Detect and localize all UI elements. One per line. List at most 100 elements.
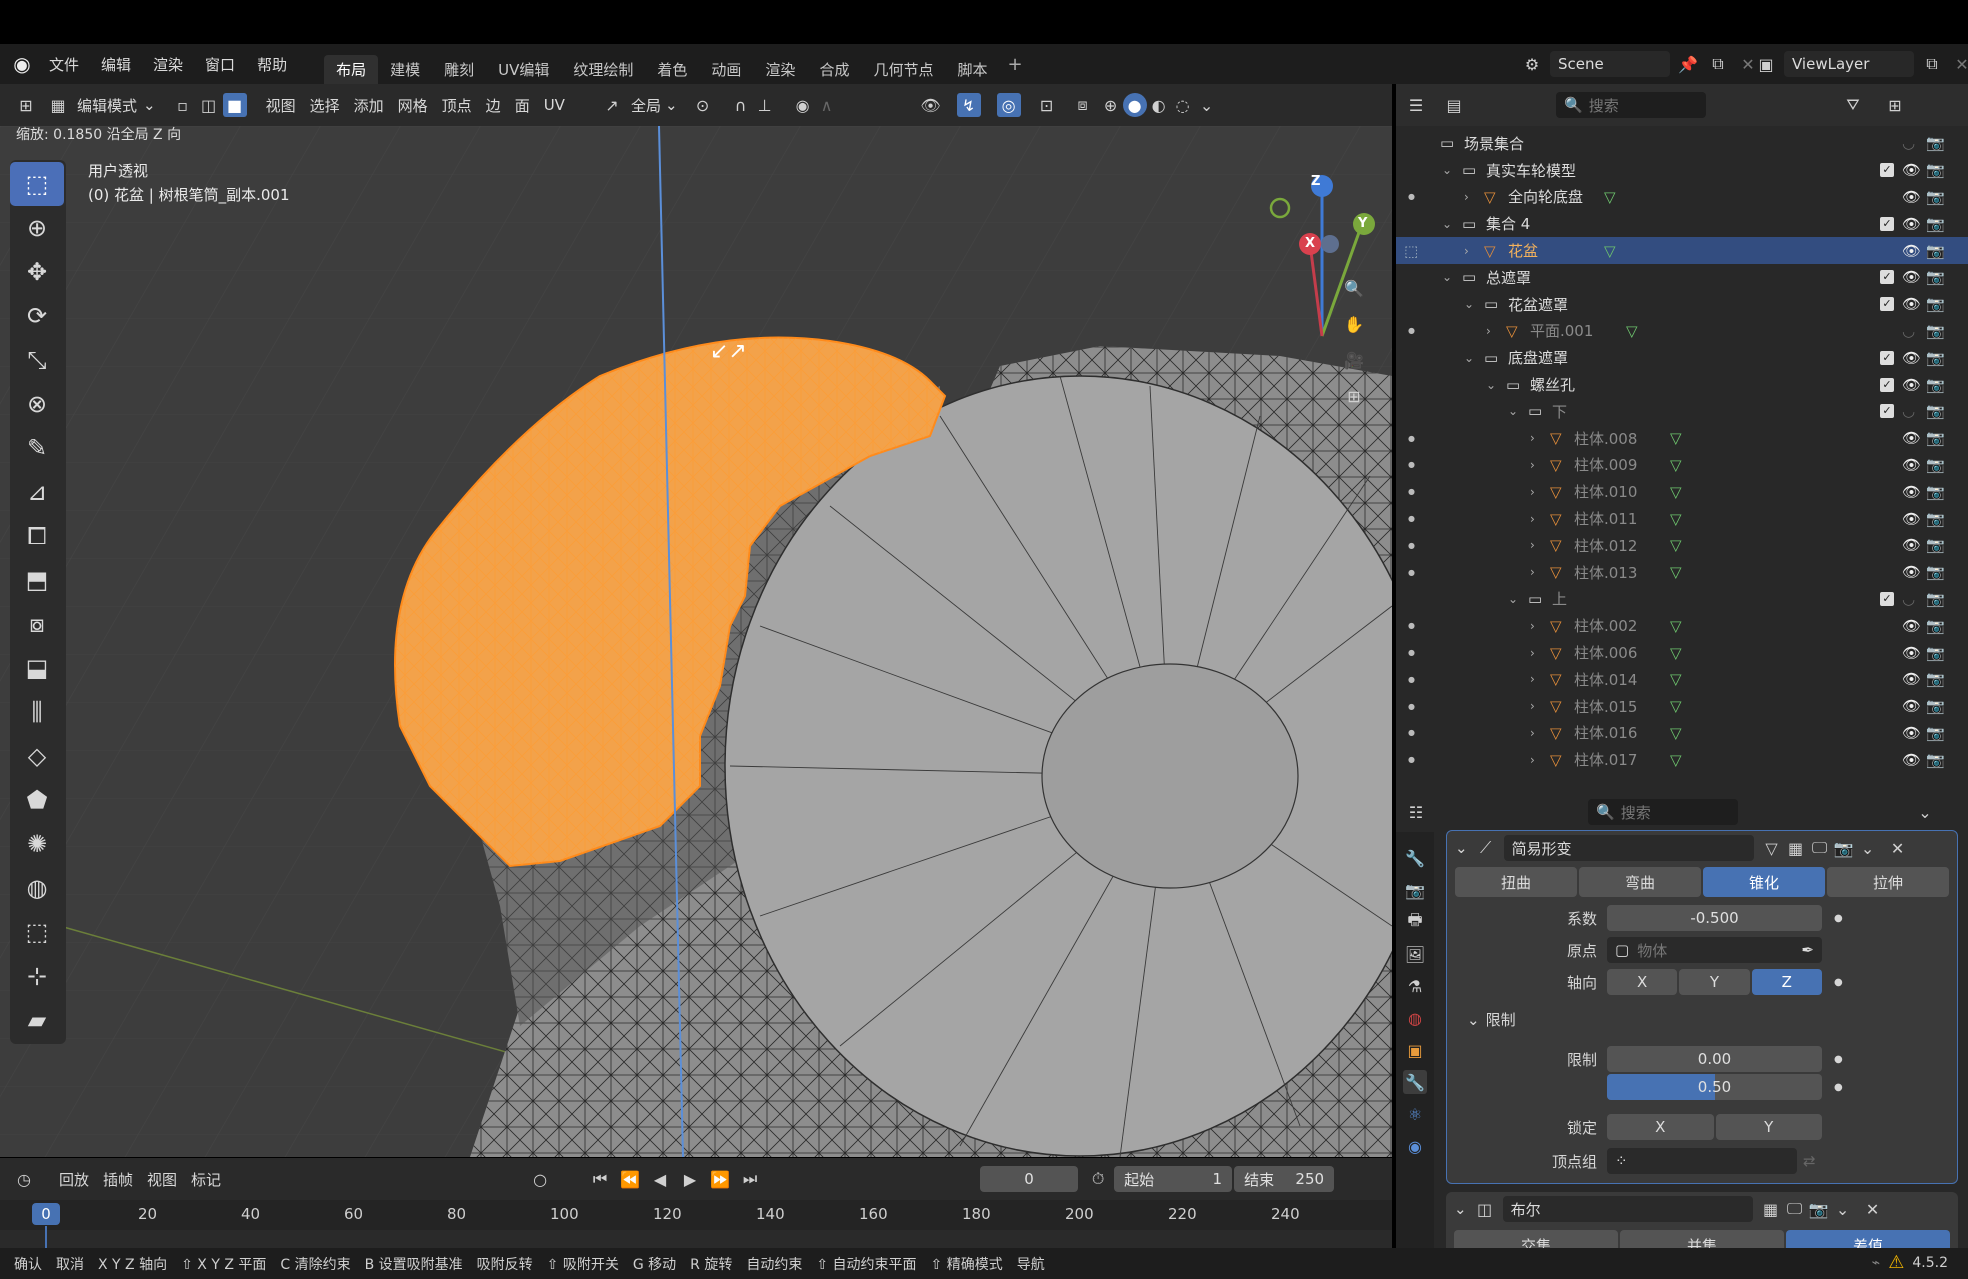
editor-type-icon[interactable]: ⊞: [14, 93, 38, 117]
mesh-data-icon[interactable]: ▽: [1670, 697, 1682, 715]
bevel-tool[interactable]: ⬓: [10, 646, 64, 690]
workspace-tab[interactable]: 着色: [645, 55, 699, 84]
edge-select-icon[interactable]: ◫: [197, 93, 221, 117]
checkbox-icon[interactable]: ✓: [1880, 404, 1894, 419]
timeline-editor-icon[interactable]: ◷: [12, 1167, 36, 1191]
eye-icon[interactable]: ◡: [1902, 590, 1915, 608]
timeline-ruler[interactable]: 0 20 40 60 80 100 120 140 160 180 200 220 240: [0, 1200, 1392, 1266]
keyframe-dot-icon[interactable]: ●: [1834, 1054, 1843, 1065]
eye-icon[interactable]: 👁: [1902, 617, 1921, 635]
camera-render-icon[interactable]: 📷: [1926, 295, 1945, 313]
orientation-icon[interactable]: ↗: [600, 93, 624, 117]
eye-icon[interactable]: 👁: [1902, 349, 1921, 367]
checkbox-icon[interactable]: ✓: [1880, 270, 1894, 285]
gizmo-toggle-icon[interactable]: ↯: [956, 93, 981, 117]
expand-chevron-icon[interactable]: ⌄: [1486, 378, 1496, 392]
deform-tab[interactable]: 扭曲: [1455, 867, 1577, 897]
expand-chevron-icon[interactable]: ›: [1530, 699, 1535, 713]
expand-chevron-icon[interactable]: ›: [1530, 431, 1535, 445]
outliner-row[interactable]: ● › ▽ 柱体.016 ▽ 👁 📷: [1396, 720, 1968, 747]
camera-render-icon[interactable]: 📷: [1926, 483, 1945, 501]
falloff-icon[interactable]: ∧: [815, 93, 839, 117]
move-tool[interactable]: ✥: [10, 250, 64, 294]
camera-render-icon[interactable]: 📷: [1926, 456, 1945, 474]
outliner-row[interactable]: ⌄ ▭ 花盆遮罩 ✓ 👁 📷: [1396, 291, 1968, 318]
deform-tab[interactable]: 锥化: [1703, 867, 1825, 897]
outliner-row[interactable]: ▭ 场景集合 ◡ 📷: [1396, 130, 1968, 157]
tool-tab-icon[interactable]: 🔧: [1403, 846, 1427, 870]
mesh-data-icon[interactable]: ▽: [1604, 188, 1616, 206]
view-layer-tab-icon[interactable]: 🖼: [1403, 942, 1427, 966]
outliner-row[interactable]: ● › ▽ 柱体.011 ▽ 👁 📷: [1396, 505, 1968, 532]
eye-icon[interactable]: 👁: [1902, 483, 1921, 501]
stopwatch-icon[interactable]: ⏱: [1086, 1167, 1110, 1191]
mesh-data-icon[interactable]: ▽: [1670, 483, 1682, 501]
mesh-data-icon[interactable]: ▽: [1670, 510, 1682, 528]
orientation-dropdown[interactable]: 全局 ⌄: [624, 91, 685, 119]
proportional-edit-icon[interactable]: ◉: [791, 93, 815, 117]
mesh-data-icon[interactable]: ▽: [1670, 751, 1682, 769]
eye-icon[interactable]: 👁: [1902, 536, 1921, 554]
camera-render-icon[interactable]: 📷: [1926, 590, 1945, 608]
menu-item[interactable]: 渲染: [142, 54, 194, 75]
rotate-tool[interactable]: ⟳: [10, 294, 64, 338]
keyframe-dot-icon[interactable]: ●: [1834, 913, 1843, 924]
wireframe-shading-icon[interactable]: ⊕: [1099, 93, 1123, 117]
checkbox-icon[interactable]: ✓: [1880, 297, 1894, 312]
camera-render-icon[interactable]: 📷: [1926, 349, 1945, 367]
physics-tab-icon[interactable]: ◉: [1403, 1134, 1427, 1158]
outliner-editor-icon[interactable]: ☰: [1404, 93, 1428, 117]
checkbox-icon[interactable]: ✓: [1880, 350, 1894, 365]
viewport-toggle-icon[interactable]: 🖵: [1783, 1197, 1807, 1221]
expand-chevron-icon[interactable]: ›: [1530, 753, 1535, 767]
timeline-menu-item[interactable]: 视图: [140, 1165, 184, 1193]
expand-chevron-icon[interactable]: ›: [1530, 672, 1535, 686]
remove-modifier-icon[interactable]: ✕: [1861, 1197, 1885, 1221]
workspace-tab[interactable]: 合成: [807, 55, 861, 84]
workspace-tab[interactable]: UV编辑: [486, 55, 561, 84]
outliner-row[interactable]: ● › ▽ 柱体.015 ▽ 👁 📷: [1396, 693, 1968, 720]
expand-chevron-icon[interactable]: ›: [1530, 512, 1535, 526]
inset-tool[interactable]: ⧇: [10, 602, 64, 646]
keyframe-dot-icon[interactable]: ●: [1834, 1082, 1843, 1093]
start-frame-input[interactable]: 起始 1: [1114, 1166, 1233, 1192]
workspace-tab[interactable]: 几何节点: [861, 55, 945, 84]
display-mode-icon[interactable]: ▤: [1442, 93, 1466, 117]
warning-icon[interactable]: ⚠: [1888, 1252, 1904, 1273]
render-tab-icon[interactable]: 📷: [1403, 878, 1427, 902]
snap-target-icon[interactable]: ⊥: [753, 93, 777, 117]
camera-render-icon[interactable]: 📷: [1926, 751, 1945, 769]
workspace-tab[interactable]: 纹理绘制: [561, 55, 645, 84]
jump-start-icon[interactable]: ⏮: [588, 1167, 612, 1191]
checkbox-icon[interactable]: ✓: [1880, 216, 1894, 231]
viewport-toggle-icon[interactable]: 🖵: [1808, 836, 1832, 860]
measure-tool[interactable]: ⊿: [10, 470, 64, 514]
current-frame-input[interactable]: 0: [980, 1166, 1079, 1192]
outliner-row[interactable]: ● › ▽ 柱体.009 ▽ 👁 📷: [1396, 452, 1968, 479]
mesh-overlay-icon[interactable]: ⊡: [1035, 93, 1059, 117]
mesh-data-icon[interactable]: ▽: [1604, 242, 1616, 260]
collapse-chevron-icon[interactable]: ⌄: [1455, 839, 1468, 857]
camera-render-icon[interactable]: 📷: [1926, 215, 1945, 233]
visibility-icon[interactable]: 👁: [919, 93, 943, 117]
render-toggle-icon[interactable]: 📷: [1832, 836, 1856, 860]
expand-chevron-icon[interactable]: ⌄: [1508, 404, 1518, 418]
record-icon[interactable]: ○: [528, 1167, 552, 1191]
camera-render-icon[interactable]: 📷: [1926, 510, 1945, 528]
3d-viewport[interactable]: ↙↗ Z Y X 🔍 ✋ 🎥 ⊞ 用户透视 (0) 花盆 | 树根笔筒_副本.0…: [0, 126, 1392, 1157]
zoom-icon[interactable]: 🔍: [1342, 276, 1366, 300]
outliner-row[interactable]: ⌄ ▭ 下 ✓ ◡ 📷: [1396, 398, 1968, 425]
jump-end-icon[interactable]: ⏭: [738, 1167, 762, 1191]
edit-mode-icon[interactable]: ⬚: [1404, 242, 1418, 260]
properties-editor-icon[interactable]: ☷: [1404, 800, 1428, 824]
cage-toggle-icon[interactable]: ▦: [1759, 1197, 1783, 1221]
eye-icon[interactable]: 👁: [1902, 242, 1921, 260]
eye-icon[interactable]: 👁: [1902, 456, 1921, 474]
eye-icon[interactable]: 👁: [1902, 670, 1921, 688]
workspace-tab[interactable]: 脚本: [945, 55, 999, 84]
modifier-name-field[interactable]: 简易形变: [1503, 835, 1754, 861]
add-workspace-button[interactable]: +: [1007, 54, 1022, 75]
knife-tool[interactable]: ◇: [10, 734, 64, 778]
eye-icon[interactable]: 👁: [1902, 751, 1921, 769]
outliner-row[interactable]: ● › ▽ 柱体.013 ▽ 👁 📷: [1396, 559, 1968, 586]
